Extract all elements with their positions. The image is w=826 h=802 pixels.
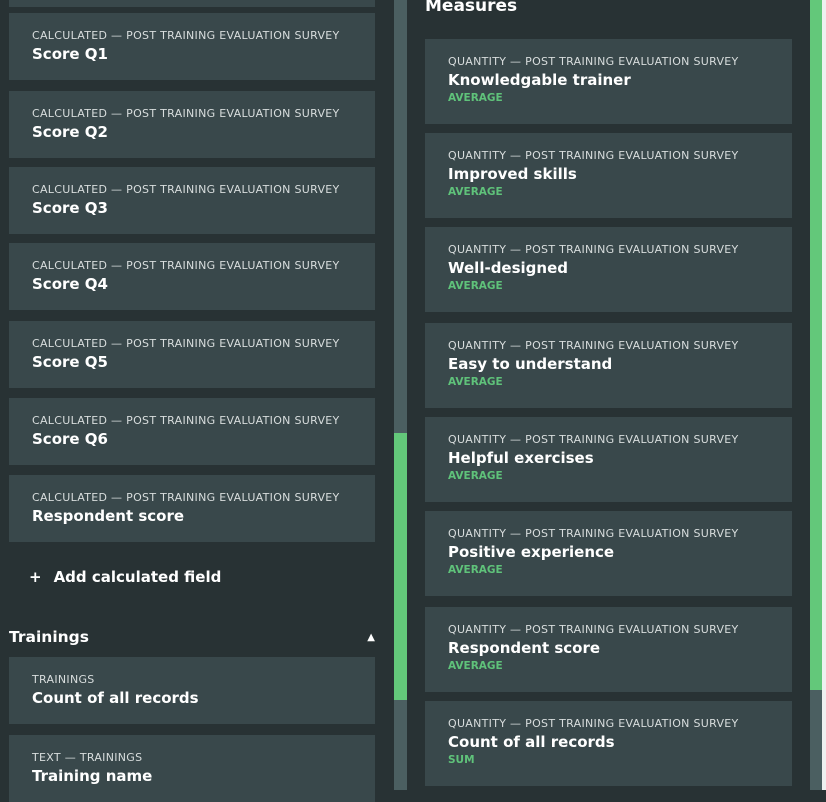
measures-title: Measures xyxy=(425,0,518,16)
field-meta: CALCULATED — POST TRAINING EVALUATION SU… xyxy=(32,259,340,272)
field-name: Score Q6 xyxy=(32,430,108,448)
field-card[interactable]: CALCULATED — POST TRAINING EVALUATION SU… xyxy=(9,243,375,310)
field-card[interactable] xyxy=(9,0,375,7)
field-card[interactable]: CALCULATED — POST TRAINING EVALUATION SU… xyxy=(9,167,375,234)
field-name: Score Q3 xyxy=(32,199,108,217)
aggregation-label: SUM xyxy=(448,754,475,766)
field-meta: QUANTITY — POST TRAINING EVALUATION SURV… xyxy=(448,717,739,730)
fields-panel: CALCULATED — POST TRAINING EVALUATION SU… xyxy=(0,0,394,802)
field-name: Positive experience xyxy=(448,543,615,561)
field-meta: QUANTITY — POST TRAINING EVALUATION SURV… xyxy=(448,339,739,352)
field-name: Training name xyxy=(32,767,153,785)
aggregation-label: AVERAGE xyxy=(448,660,503,672)
add-calculated-field-button[interactable]: + Add calculated field xyxy=(29,568,221,586)
field-name: Score Q5 xyxy=(32,353,108,371)
field-meta: CALCULATED — POST TRAINING EVALUATION SU… xyxy=(32,183,340,196)
field-card[interactable]: QUANTITY — POST TRAINING EVALUATION SURV… xyxy=(425,323,792,408)
right-scrollbar[interactable] xyxy=(810,0,822,790)
aggregation-label: AVERAGE xyxy=(448,280,503,292)
field-card[interactable]: CALCULATED — POST TRAINING EVALUATION SU… xyxy=(9,13,375,80)
field-card[interactable]: QUANTITY — POST TRAINING EVALUATION SURV… xyxy=(425,511,792,596)
field-meta: CALCULATED — POST TRAINING EVALUATION SU… xyxy=(32,29,340,42)
field-card[interactable]: CALCULATED — POST TRAINING EVALUATION SU… xyxy=(9,475,375,542)
field-meta: QUANTITY — POST TRAINING EVALUATION SURV… xyxy=(448,55,739,68)
field-meta: CALCULATED — POST TRAINING EVALUATION SU… xyxy=(32,107,340,120)
measures-panel: Measures QUANTITY — POST TRAINING EVALUA… xyxy=(408,0,810,790)
field-meta: QUANTITY — POST TRAINING EVALUATION SURV… xyxy=(448,433,739,446)
field-name: Well-designed xyxy=(448,259,568,277)
field-card[interactable]: QUANTITY — POST TRAINING EVALUATION SURV… xyxy=(425,39,792,124)
field-name: Easy to understand xyxy=(448,355,613,373)
field-meta: QUANTITY — POST TRAINING EVALUATION SURV… xyxy=(448,623,739,636)
field-card[interactable]: QUANTITY — POST TRAINING EVALUATION SURV… xyxy=(425,227,792,312)
field-card[interactable]: TRAININGS Count of all records xyxy=(9,657,375,724)
aggregation-label: AVERAGE xyxy=(448,376,503,388)
aggregation-label: AVERAGE xyxy=(448,470,503,482)
aggregation-label: AVERAGE xyxy=(448,564,503,576)
field-card[interactable]: CALCULATED — POST TRAINING EVALUATION SU… xyxy=(9,91,375,158)
field-card[interactable]: QUANTITY — POST TRAINING EVALUATION SURV… xyxy=(425,701,792,786)
field-card[interactable]: CALCULATED — POST TRAINING EVALUATION SU… xyxy=(9,398,375,465)
field-card[interactable]: QUANTITY — POST TRAINING EVALUATION SURV… xyxy=(425,607,792,692)
plus-icon: + xyxy=(29,568,42,586)
field-name: Score Q2 xyxy=(32,123,108,141)
aggregation-label: AVERAGE xyxy=(448,92,503,104)
field-card[interactable]: QUANTITY — POST TRAINING EVALUATION SURV… xyxy=(425,133,792,218)
field-meta: CALCULATED — POST TRAINING EVALUATION SU… xyxy=(32,491,340,504)
field-meta: QUANTITY — POST TRAINING EVALUATION SURV… xyxy=(448,527,739,540)
right-scrollbar-thumb[interactable] xyxy=(810,0,822,690)
add-calculated-field-label: Add calculated field xyxy=(53,568,222,586)
field-meta: QUANTITY — POST TRAINING EVALUATION SURV… xyxy=(448,243,739,256)
field-name: Count of all records xyxy=(448,733,615,751)
field-meta: TRAININGS xyxy=(32,673,95,686)
field-name: Score Q4 xyxy=(32,275,108,293)
field-card[interactable]: CALCULATED — POST TRAINING EVALUATION SU… xyxy=(9,321,375,388)
field-meta: TEXT — TRAININGS xyxy=(32,751,143,764)
field-name: Respondent score xyxy=(448,639,601,657)
collapse-triangle-icon[interactable]: ▲ xyxy=(367,632,375,643)
field-card[interactable]: TEXT — TRAININGS Training name xyxy=(9,735,375,802)
field-name: Helpful exercises xyxy=(448,449,594,467)
field-meta: CALCULATED — POST TRAINING EVALUATION SU… xyxy=(32,337,340,350)
trainings-section-header[interactable]: Trainings ▲ xyxy=(9,628,375,646)
aggregation-label: AVERAGE xyxy=(448,186,503,198)
field-name: Improved skills xyxy=(448,165,577,183)
field-meta: QUANTITY — POST TRAINING EVALUATION SURV… xyxy=(448,149,739,162)
section-title: Trainings xyxy=(9,628,89,646)
left-scrollbar-thumb[interactable] xyxy=(394,433,407,700)
left-scrollbar[interactable] xyxy=(394,0,407,790)
field-card[interactable]: QUANTITY — POST TRAINING EVALUATION SURV… xyxy=(425,417,792,502)
window-edge xyxy=(822,0,826,790)
field-meta: CALCULATED — POST TRAINING EVALUATION SU… xyxy=(32,414,340,427)
field-name: Respondent score xyxy=(32,507,185,525)
field-name: Count of all records xyxy=(32,689,199,707)
field-name: Knowledgable trainer xyxy=(448,71,631,89)
field-name: Score Q1 xyxy=(32,45,108,63)
